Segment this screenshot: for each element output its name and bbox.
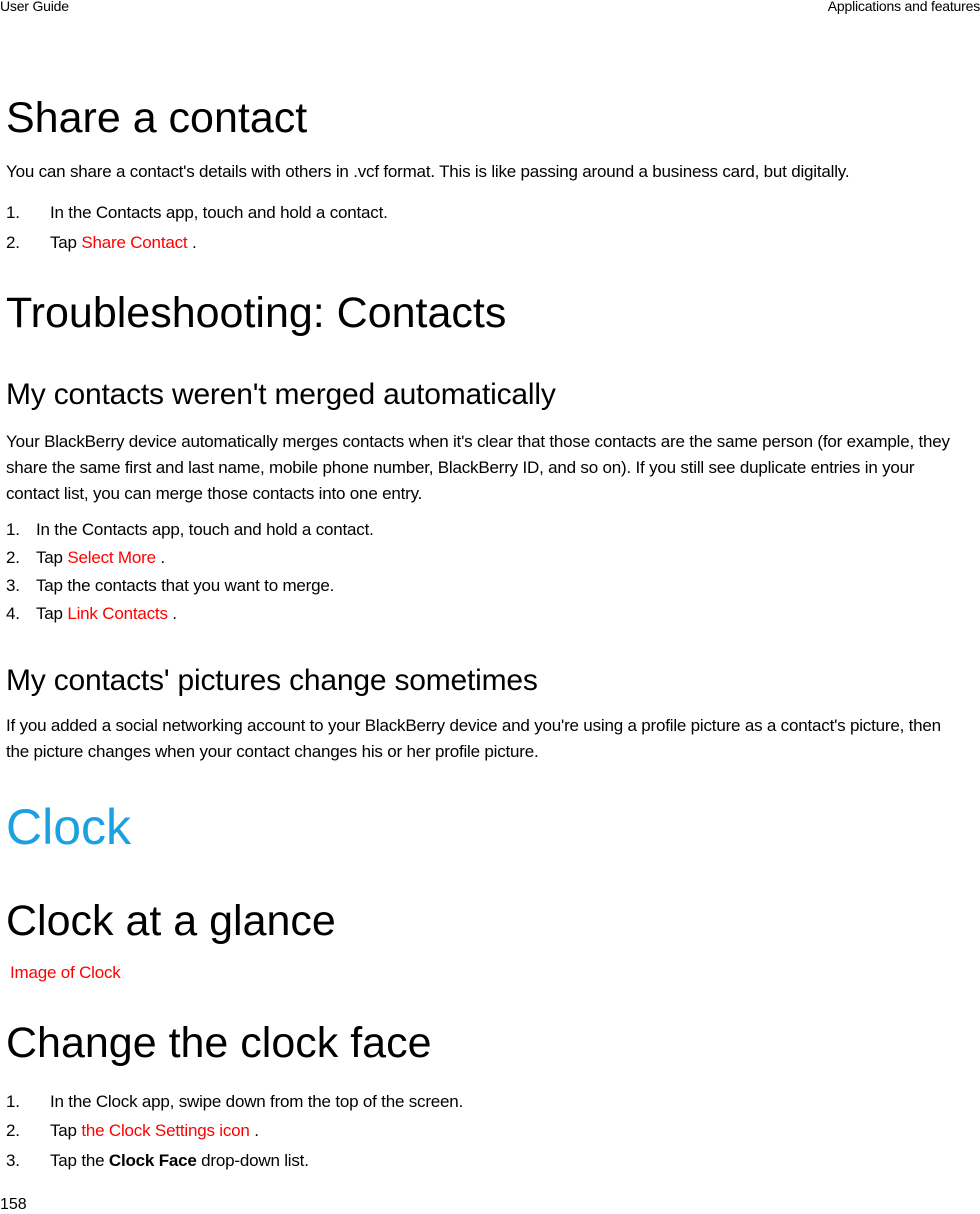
merge-step-2: 2. Tap Select More . xyxy=(6,548,165,568)
merge-step-3: 3. Tap the contacts that you want to merg… xyxy=(6,576,334,596)
step-number: 2. xyxy=(6,1121,20,1140)
step-number: 3. xyxy=(6,1151,20,1170)
share-step-1: 1. In the Contacts app, touch and hold a … xyxy=(6,203,388,223)
step-number: 2. xyxy=(6,233,20,252)
step-prefix: Tap the xyxy=(50,1151,109,1170)
step-text: In the Clock app, swipe down from the to… xyxy=(50,1092,464,1111)
page-number: 158 xyxy=(0,1196,27,1213)
step-number: 3. xyxy=(6,576,20,595)
ui-control-select-more: Select More xyxy=(67,548,156,567)
step-suffix: drop-down list. xyxy=(196,1151,309,1170)
step-number: 4. xyxy=(6,604,20,623)
step-number: 1. xyxy=(6,520,20,539)
heading-pictures-change: My contacts' pictures change sometimes xyxy=(6,664,538,697)
step-suffix: . xyxy=(155,548,165,567)
ui-control-link-contacts: Link Contacts xyxy=(67,604,168,623)
contacts-not-merged-body: Your BlackBerry device automatically mer… xyxy=(6,432,950,503)
step-prefix: Tap xyxy=(36,604,68,623)
clock-step-1: 1. In the Clock app, swipe down from the … xyxy=(6,1092,463,1112)
step-suffix: . xyxy=(249,1121,259,1140)
step-text: In the Contacts app, touch and hold a co… xyxy=(50,203,388,222)
chapter-heading-clock: Clock xyxy=(6,799,132,855)
image-of-clock-placeholder: Image of Clock xyxy=(10,963,121,982)
pictures-change-body: If you added a social networking account… xyxy=(6,716,941,761)
merge-step-1: 1. In the Contacts app, touch and hold a … xyxy=(6,520,374,540)
step-number: 1. xyxy=(6,1092,20,1111)
step-text: In the Contacts app, touch and hold a co… xyxy=(36,520,374,539)
running-header-right: Applications and features xyxy=(827,0,980,14)
clock-step-3: 3. Tap the Clock Face drop-down list. xyxy=(6,1151,309,1171)
merge-step-4: 4. Tap Link Contacts . xyxy=(6,604,177,624)
step-suffix: . xyxy=(187,233,197,252)
step-prefix: Tap xyxy=(50,233,82,252)
ui-control-clock-settings-icon: the Clock Settings icon xyxy=(81,1121,250,1140)
step-number: 2. xyxy=(6,548,20,567)
step-prefix: Tap xyxy=(36,548,68,567)
heading-share-a-contact: Share a contact xyxy=(6,94,308,142)
step-number: 1. xyxy=(6,203,20,222)
ui-label-clock-face: Clock Face xyxy=(108,1151,197,1170)
heading-contacts-not-merged: My contacts weren't merged automatically xyxy=(6,378,556,411)
share-step-2: 2. Tap Share Contact . xyxy=(6,233,197,253)
step-text: Tap the contacts that you want to merge. xyxy=(36,576,335,595)
running-header-left: User Guide xyxy=(0,0,69,14)
heading-change-clock-face: Change the clock face xyxy=(6,1019,432,1067)
share-contact-intro: You can share a contact's details with o… xyxy=(6,162,850,181)
step-prefix: Tap xyxy=(50,1121,82,1140)
heading-troubleshooting-contacts: Troubleshooting: Contacts xyxy=(6,289,507,337)
step-suffix: . xyxy=(167,604,177,623)
clock-step-2: 2. Tap the Clock Settings icon . xyxy=(6,1121,259,1141)
heading-clock-at-a-glance: Clock at a glance xyxy=(6,897,336,945)
ui-control-share-contact: Share Contact xyxy=(81,233,188,252)
